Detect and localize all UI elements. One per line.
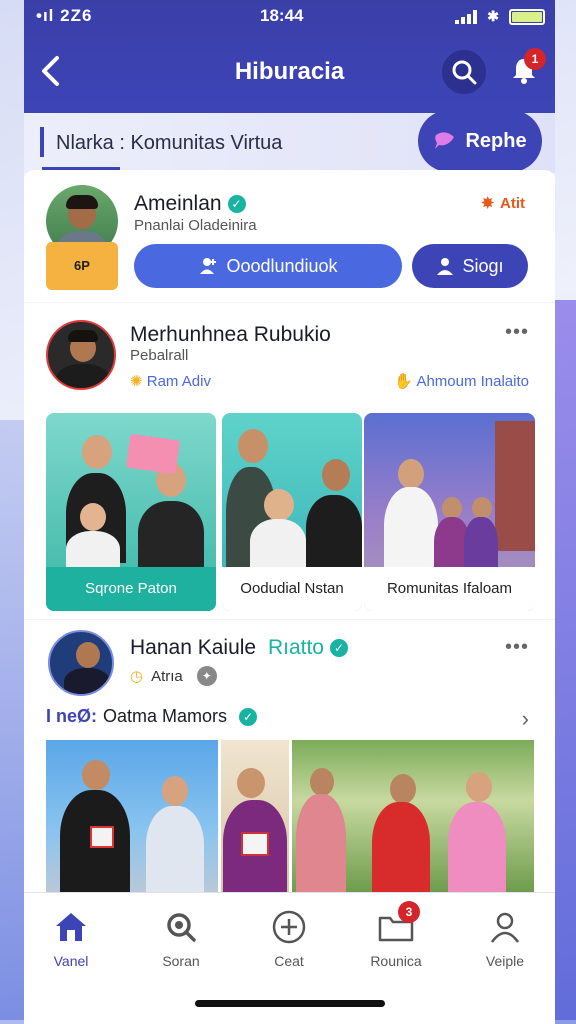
album-header[interactable]: I neØ: Oatma Mamors ✓: [46, 706, 258, 727]
post-card: Hanan Kaiule Rıatto ✓ ◷ Atrıa ✦ ••• I neØ:…: [24, 620, 555, 892]
nav-item-community[interactable]: 3 Rounica: [351, 901, 441, 969]
signal-icon: [455, 9, 478, 24]
photo-tile[interactable]: Romunitas Ifaloam: [364, 413, 535, 611]
album-prefix: I neØ:: [46, 706, 98, 726]
header: •ıl 2Z6 18:44 ✱ Hiburacia 1: [24, 0, 555, 113]
person-icon: [485, 907, 525, 947]
chevron-right-icon[interactable]: ›: [522, 706, 529, 732]
share-button[interactable]: Siogı: [412, 244, 528, 288]
post-author: Merhunhnea Rubukio: [130, 323, 331, 346]
avatar-tag: 6P: [46, 242, 118, 290]
post-meta: ◷ Atrıa ✦: [130, 666, 217, 686]
reply-button[interactable]: Rephe: [418, 110, 542, 172]
accent-bar: [40, 127, 44, 157]
network-status: •ıl 2Z6: [36, 6, 93, 25]
folder-icon: 3: [376, 901, 420, 947]
globe-icon: ✦: [196, 666, 217, 686]
nav-item-create[interactable]: Ceat: [244, 907, 334, 969]
photo-tile[interactable]: [292, 740, 534, 892]
community-title: Nlarka : Komunitas Virtua: [56, 132, 283, 154]
verified-icon: ✓: [239, 707, 258, 726]
post-subtitle: Pebalrall: [130, 347, 189, 364]
battery-icon: [509, 8, 545, 25]
app-screen: •ıl 2Z6 18:44 ✱ Hiburacia 1 Nlarka : Kom…: [24, 0, 555, 1024]
profile-subtitle: Pnanlai Oladeinira: [134, 217, 257, 234]
post-tag-right: ✋ Ahmoum Inalaito: [394, 373, 529, 390]
author-avatar[interactable]: [46, 320, 116, 390]
photo-tile[interactable]: [221, 740, 289, 892]
user-icon: [437, 258, 454, 275]
clock-icon: ◷: [130, 668, 144, 685]
profile-card: 6P Ameinlan ✓ Pnanlai Oladeinira ✸ Atit Oo…: [24, 170, 555, 302]
home-icon: [51, 907, 91, 947]
verified-icon: ✓: [227, 195, 246, 213]
search-button[interactable]: [442, 50, 486, 94]
status-bar: •ıl 2Z6 18:44 ✱: [24, 6, 555, 28]
bluetooth-icon: ✱: [487, 8, 499, 24]
plus-circle-icon: [269, 907, 309, 947]
nav-badge: 3: [398, 901, 420, 923]
spark-icon: ✸: [481, 195, 494, 212]
follow-button[interactable]: Ooodlundiuok: [134, 244, 402, 288]
nav-item-home[interactable]: Vanel: [26, 907, 116, 969]
photo-caption: Romunitas Ifaloam: [364, 567, 535, 611]
photo-tile[interactable]: [46, 740, 218, 892]
photo-tile[interactable]: Oodudial Nstan: [222, 413, 362, 611]
notifications-button[interactable]: 1: [504, 48, 546, 90]
photo-tile[interactable]: Sqrone Paton: [46, 413, 216, 611]
nav-item-search[interactable]: Soran: [136, 907, 226, 969]
hand-icon: ✋: [394, 373, 414, 390]
more-options-icon[interactable]: •••: [505, 636, 529, 659]
post-author: Hanan Kaiule Rıatto ✓: [130, 636, 348, 660]
verified-icon: ✓: [329, 639, 348, 657]
author-tag: Rıatto: [267, 636, 324, 659]
notification-badge: 1: [524, 48, 546, 70]
clock: 18:44: [260, 6, 304, 25]
photo-caption: Oodudial Nstan: [222, 567, 362, 611]
home-indicator: [195, 1000, 385, 1007]
status-icons: ✱: [455, 8, 545, 25]
author-avatar[interactable]: [48, 630, 114, 696]
search-icon: [452, 60, 477, 85]
user-add-icon: [200, 258, 217, 274]
post-tag-left: ✺ Ram Adiv: [130, 373, 211, 390]
sun-icon: ✺: [130, 373, 143, 390]
profile-name: Ameinlan ✓: [134, 192, 246, 216]
chat-icon: [435, 132, 455, 149]
photo-caption: Sqrone Paton: [46, 567, 216, 611]
status-badge: ✸ Atit: [481, 194, 525, 213]
search-icon: [161, 907, 201, 947]
reply-label: Rephe: [465, 129, 527, 152]
more-options-icon[interactable]: •••: [505, 321, 529, 344]
post-card: Merhunhnea Rubukio Pebalrall ••• ✺ Ram A…: [24, 303, 555, 619]
album-title: Oatma Mamors: [103, 706, 228, 726]
nav-item-profile[interactable]: Veiple: [460, 907, 550, 969]
